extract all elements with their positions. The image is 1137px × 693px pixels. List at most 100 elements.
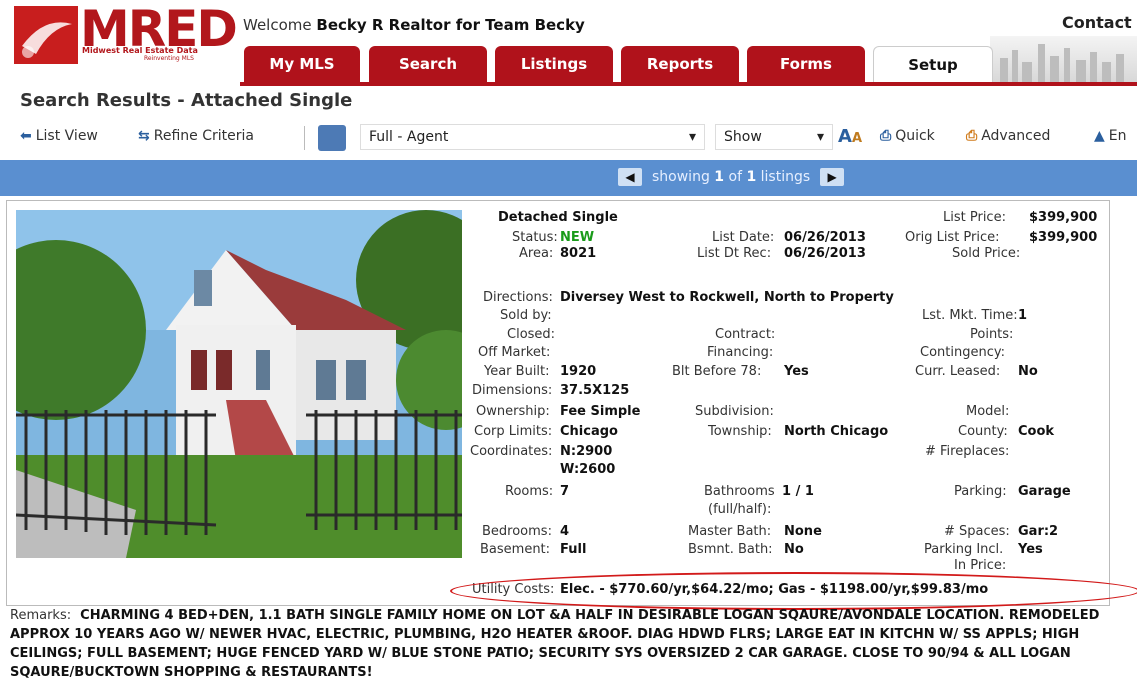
tab-underline: [240, 82, 1137, 86]
bathrooms-label: Bathrooms: [704, 484, 775, 499]
contract-label: Contract:: [715, 327, 776, 342]
directions-label: Directions:: [483, 290, 553, 305]
view-format-select[interactable]: Full - Agent ▾: [360, 124, 705, 150]
spaces-value: Gar:2: [1018, 524, 1059, 539]
closed-label: Closed:: [507, 327, 556, 342]
view-format-icon[interactable]: [318, 125, 346, 151]
orig-price-label: Orig List Price:: [905, 230, 1000, 245]
logo-mark-icon: [14, 6, 78, 64]
mred-logo[interactable]: MRED Midwest Real Estate Data Reinventin…: [14, 0, 238, 64]
tab-forms[interactable]: Forms: [747, 46, 865, 82]
show-value: Show: [724, 129, 762, 145]
model-label: Model:: [966, 404, 1010, 419]
spaces-label: # Spaces:: [944, 524, 1010, 539]
remarks: Remarks: CHARMING 4 BED+DEN, 1.1 BATH SI…: [10, 606, 1125, 682]
pager-current: 1: [714, 169, 725, 185]
bedrooms-label: Bedrooms:: [482, 524, 552, 539]
area-value: 8021: [560, 246, 597, 261]
parking-label: Parking:: [954, 484, 1007, 499]
tab-my-mls[interactable]: My MLS: [244, 46, 360, 82]
list-price-value: $399,900: [1029, 210, 1098, 225]
tab-setup[interactable]: Setup: [873, 46, 993, 83]
pager-bar: [0, 160, 1137, 196]
refine-label: Refine Criteria: [153, 128, 254, 144]
pager: ◀ showing 1 of 1 listings ▶: [618, 168, 845, 186]
quick-print-button[interactable]: ⎙ Quick: [880, 128, 935, 144]
advanced-label: Advanced: [981, 128, 1051, 144]
off-market-label: Off Market:: [478, 345, 551, 360]
email-button[interactable]: ▲ En: [1094, 128, 1127, 144]
area-label: Area:: [519, 246, 554, 261]
coordinates-label: Coordinates:: [470, 444, 553, 459]
contact-link[interactable]: Contact I: [1062, 13, 1137, 32]
points-label: Points:: [970, 327, 1014, 342]
year-built-label: Year Built:: [484, 364, 550, 379]
parking-value: Garage: [1018, 484, 1071, 499]
logo-tagline: Reinventing MLS: [144, 55, 194, 62]
pager-total: 1: [746, 169, 757, 185]
arrow-left-icon: ⬅: [20, 128, 32, 144]
county-label: County:: [958, 424, 1008, 439]
welcome-text: Welcome Becky R Realtor for Team Becky: [243, 16, 585, 34]
tab-listings[interactable]: Listings: [495, 46, 613, 82]
sold-price-label: Sold Price:: [952, 246, 1021, 261]
township-value: North Chicago: [784, 424, 889, 439]
township-label: Township:: [708, 424, 772, 439]
blt78-label: Blt Before 78:: [672, 364, 762, 379]
pager-suffix: listings: [760, 169, 811, 185]
page-title: Search Results - Attached Single: [20, 90, 353, 111]
toolbar-divider: [304, 126, 305, 150]
printer-icon: ⎙: [880, 128, 892, 144]
pager-of: of: [728, 169, 743, 185]
email-label: En: [1108, 128, 1127, 144]
remarks-label: Remarks:: [10, 608, 72, 623]
mkt-time-value: 1: [1018, 308, 1028, 323]
next-page-button[interactable]: ▶: [820, 168, 845, 186]
county-value: Cook: [1018, 424, 1055, 439]
corp-limits-label: Corp Limits:: [474, 424, 553, 439]
list-dt-rec-value: 06/26/2013: [784, 246, 866, 261]
email-icon: ▲: [1094, 128, 1105, 144]
tab-search[interactable]: Search: [369, 46, 487, 82]
bedrooms-value: 4: [560, 524, 570, 539]
refine-criteria-button[interactable]: ⇆ Refine Criteria: [138, 128, 254, 144]
advanced-print-button[interactable]: ⎙ Advanced: [966, 128, 1050, 144]
leased-label: Curr. Leased:: [915, 364, 1001, 379]
status-label: Status:: [512, 230, 558, 245]
basement-label: Basement:: [480, 542, 551, 557]
highlight-ellipse: [450, 572, 1137, 610]
year-built-value: 1920: [560, 364, 597, 379]
parking-incl-value: Yes: [1018, 542, 1043, 557]
refine-arrows-icon: ⇆: [138, 128, 150, 144]
blt78-value: Yes: [784, 364, 809, 379]
chevron-down-icon: ▾: [816, 129, 824, 145]
font-size-icon[interactable]: AA: [838, 126, 862, 147]
chevron-down-icon: ▾: [688, 129, 696, 145]
list-view-button[interactable]: ⬅ List View: [20, 128, 98, 144]
sold-by-label: Sold by:: [500, 308, 552, 323]
remarks-text: CHARMING 4 BED+DEN, 1.1 BATH SINGLE FAMI…: [10, 608, 1100, 680]
list-date-value: 06/26/2013: [784, 230, 866, 245]
property-type: Detached Single: [498, 210, 618, 225]
ownership-label: Ownership:: [476, 404, 550, 419]
leased-value: No: [1018, 364, 1038, 379]
show-select[interactable]: Show ▾: [715, 124, 833, 150]
tab-reports[interactable]: Reports: [621, 46, 739, 82]
welcome-user: Becky R Realtor for Team Becky: [316, 16, 585, 34]
list-view-label: List View: [35, 128, 98, 144]
contingency-label: Contingency:: [920, 345, 1005, 360]
status-badge: NEW: [560, 230, 595, 245]
listing-photo[interactable]: [0, 210, 496, 558]
rooms-value: 7: [560, 484, 570, 499]
dimensions-label: Dimensions:: [472, 383, 553, 398]
parking-incl-label: Parking Incl.: [924, 542, 1004, 557]
dimensions-value: 37.5X125: [560, 383, 630, 398]
bathrooms-label-2: (full/half):: [708, 502, 772, 517]
logo-subtitle: Midwest Real Estate Data: [82, 46, 198, 55]
view-format-value: Full - Agent: [369, 129, 449, 145]
skyline-image: [990, 36, 1137, 82]
master-bath-label: Master Bath:: [688, 524, 772, 539]
header: MRED Midwest Real Estate Data Reinventin…: [0, 0, 1137, 86]
list-date-label: List Date:: [712, 230, 775, 245]
prev-page-button[interactable]: ◀: [618, 168, 642, 186]
